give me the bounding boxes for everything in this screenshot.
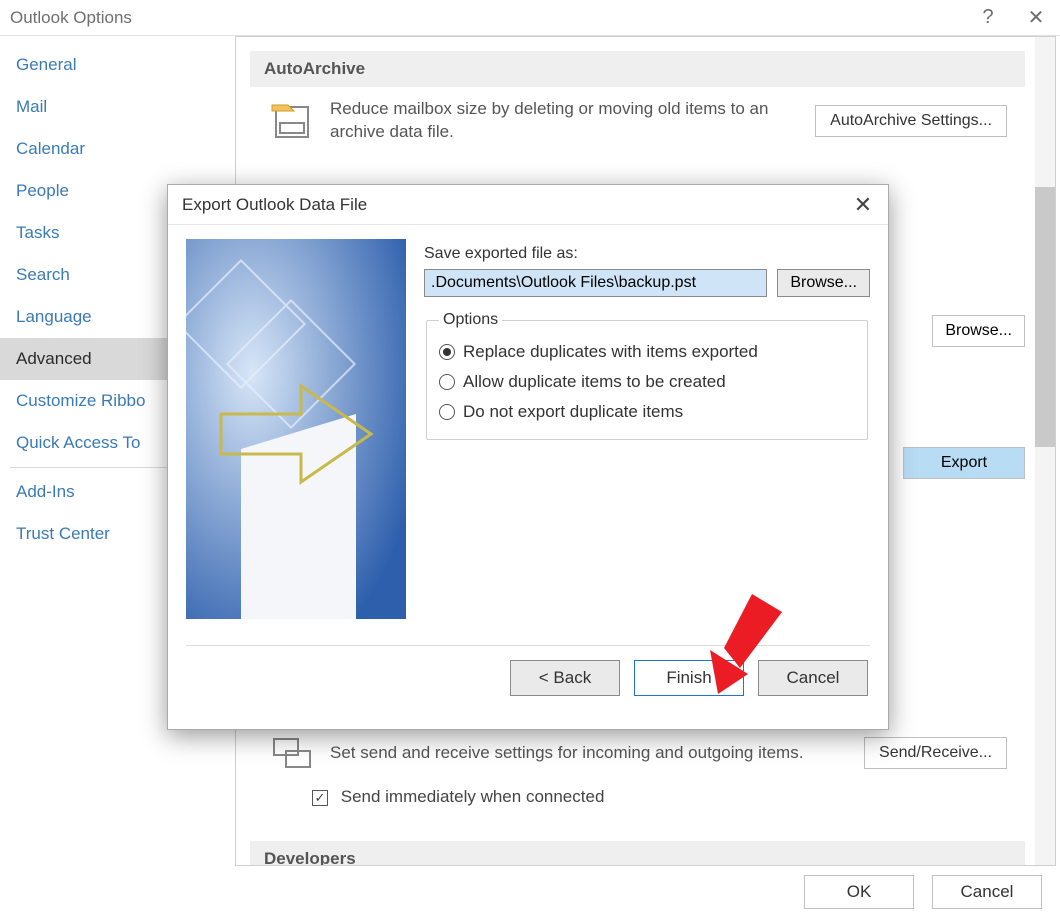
back-button[interactable]: < Back: [510, 660, 620, 696]
send-immediately-checkbox[interactable]: ✓: [312, 790, 328, 806]
autoarchive-settings-label: AutoArchive Settings...: [830, 112, 992, 129]
sidebar-item-calendar[interactable]: Calendar: [0, 128, 235, 170]
bg-browse-button[interactable]: Browse...: [932, 315, 1025, 347]
radio-do-not-export-duplicates[interactable]: Do not export duplicate items: [439, 397, 855, 427]
save-as-label: Save exported file as:: [424, 245, 870, 263]
scrollbar-track[interactable]: [1035, 37, 1055, 865]
radio-replace-duplicates[interactable]: Replace duplicates with items exported: [439, 337, 855, 367]
radio-icon: [439, 374, 455, 390]
radio-icon: [439, 344, 455, 360]
autoarchive-settings-button[interactable]: AutoArchive Settings...: [815, 105, 1007, 137]
radio-label: Replace duplicates with items exported: [463, 342, 758, 362]
sidebar-item-general[interactable]: General: [0, 44, 235, 86]
save-path-input[interactable]: [424, 269, 767, 297]
sendreceive-button[interactable]: Send/Receive...: [864, 737, 1007, 769]
cancel-button[interactable]: Cancel: [932, 875, 1042, 909]
scrollbar-thumb[interactable]: [1035, 187, 1055, 447]
window-titlebar: Outlook Options ? ✕: [0, 0, 1060, 36]
export-dialog-titlebar: Export Outlook Data File ✕: [168, 185, 888, 225]
export-dialog-close-button[interactable]: ✕: [848, 192, 878, 218]
help-button[interactable]: ?: [964, 0, 1012, 36]
send-immediately-label: Send immediately when connected: [341, 787, 605, 806]
export-options-fieldset: Options Replace duplicates with items ex…: [426, 311, 868, 440]
radio-allow-duplicates[interactable]: Allow duplicate items to be created: [439, 367, 855, 397]
options-legend: Options: [439, 311, 502, 329]
radio-label: Do not export duplicate items: [463, 402, 683, 422]
bg-export-button[interactable]: Export: [903, 447, 1025, 479]
ok-button[interactable]: OK: [804, 875, 914, 909]
sendreceive-description: Set send and receive settings for incomi…: [330, 742, 850, 765]
options-footer: OK Cancel: [804, 875, 1042, 909]
section-header-developers: Developers: [250, 841, 1025, 866]
wizard-artwork: [186, 239, 406, 619]
sidebar-item-mail[interactable]: Mail: [0, 86, 235, 128]
autoarchive-description: Reduce mailbox size by deleting or movin…: [330, 98, 801, 144]
radio-icon: [439, 404, 455, 420]
window-title: Outlook Options: [10, 8, 132, 28]
sendreceive-icon: [268, 729, 316, 777]
radio-label: Allow duplicate items to be created: [463, 372, 726, 392]
export-dialog-title: Export Outlook Data File: [182, 195, 367, 215]
close-button[interactable]: ✕: [1012, 0, 1060, 36]
annotation-arrow-icon: [692, 594, 782, 694]
dialog-browse-button[interactable]: Browse...: [777, 269, 870, 297]
section-header-autoarchive: AutoArchive: [250, 51, 1025, 87]
archive-icon: [268, 97, 316, 145]
